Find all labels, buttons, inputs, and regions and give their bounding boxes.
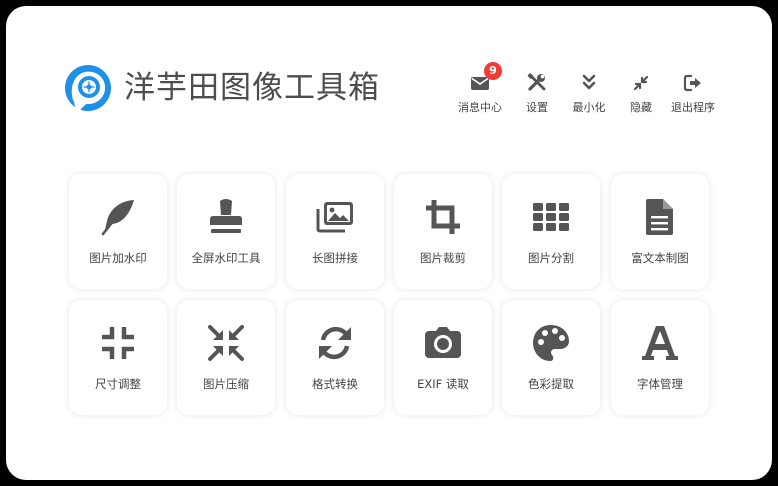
feather-icon bbox=[101, 200, 134, 236]
hide-label: 隐藏 bbox=[630, 101, 652, 114]
app-logo-icon bbox=[65, 65, 111, 111]
tool-label: 色彩提取 bbox=[528, 377, 574, 391]
tool-label: 图片加水印 bbox=[89, 251, 147, 265]
compress-icon bbox=[102, 327, 134, 359]
tool-image-watermark[interactable]: 图片加水印 bbox=[69, 174, 167, 289]
tool-label: 长图拼接 bbox=[312, 251, 358, 265]
message-count-badge: 9 bbox=[484, 62, 502, 80]
compress-arrows-icon bbox=[208, 325, 244, 361]
tool-format-convert[interactable]: 格式转换 bbox=[286, 300, 384, 415]
sync-icon bbox=[319, 326, 351, 360]
crop-icon bbox=[426, 200, 460, 234]
tool-long-image-stitch[interactable]: 长图拼接 bbox=[286, 174, 384, 289]
exit-label: 退出程序 bbox=[671, 101, 715, 114]
messages-button[interactable]: 9 消息中心 bbox=[452, 62, 508, 115]
exit-button[interactable]: 退出程序 bbox=[665, 72, 721, 115]
tool-exif-read[interactable]: EXIF 读取 bbox=[394, 300, 492, 415]
camera-icon bbox=[425, 327, 461, 358]
grid-icon bbox=[533, 203, 569, 231]
tool-label: 尺寸调整 bbox=[95, 377, 141, 391]
minimize-button[interactable]: 最小化 bbox=[561, 72, 617, 115]
tool-label: 图片压缩 bbox=[203, 377, 249, 391]
tool-image-split[interactable]: 图片分割 bbox=[502, 174, 600, 289]
tool-label: EXIF 读取 bbox=[417, 377, 469, 391]
minimize-label: 最小化 bbox=[572, 101, 606, 114]
hide-button[interactable]: 隐藏 bbox=[613, 72, 669, 115]
messages-label: 消息中心 bbox=[458, 101, 502, 114]
font-icon bbox=[642, 326, 678, 360]
tool-resize[interactable]: 尺寸调整 bbox=[69, 300, 167, 415]
stamp-icon bbox=[210, 199, 242, 233]
tool-image-compress[interactable]: 图片压缩 bbox=[177, 300, 275, 415]
tool-label: 富文本制图 bbox=[631, 251, 689, 265]
tool-font-manage[interactable]: 字体管理 bbox=[611, 300, 709, 415]
tool-label: 字体管理 bbox=[637, 377, 683, 391]
tool-color-extract[interactable]: 色彩提取 bbox=[502, 300, 600, 415]
compress-arrows-icon bbox=[633, 75, 649, 91]
tool-label: 图片分割 bbox=[528, 251, 574, 265]
chevron-double-down-icon bbox=[582, 74, 596, 90]
tool-label: 图片裁剪 bbox=[420, 251, 466, 265]
tool-image-crop[interactable]: 图片裁剪 bbox=[394, 174, 492, 289]
palette-icon bbox=[533, 325, 569, 361]
tool-label: 全屏水印工具 bbox=[191, 251, 261, 265]
settings-label: 设置 bbox=[526, 101, 548, 114]
tool-rich-text-image[interactable]: 富文本制图 bbox=[611, 174, 709, 289]
tool-fullscreen-watermark[interactable]: 全屏水印工具 bbox=[177, 174, 275, 289]
tools-icon bbox=[527, 73, 546, 91]
sign-out-icon bbox=[683, 74, 701, 92]
settings-button[interactable]: 设置 bbox=[509, 72, 565, 115]
document-icon bbox=[646, 199, 673, 235]
tool-label: 格式转换 bbox=[312, 377, 358, 391]
images-icon bbox=[316, 202, 353, 233]
app-window: 洋芋田图像工具箱 9 消息中心 设置 最小化 隐藏 退出程序 图片加水印 全屏水… bbox=[6, 6, 772, 480]
app-title: 洋芋田图像工具箱 bbox=[124, 70, 380, 106]
